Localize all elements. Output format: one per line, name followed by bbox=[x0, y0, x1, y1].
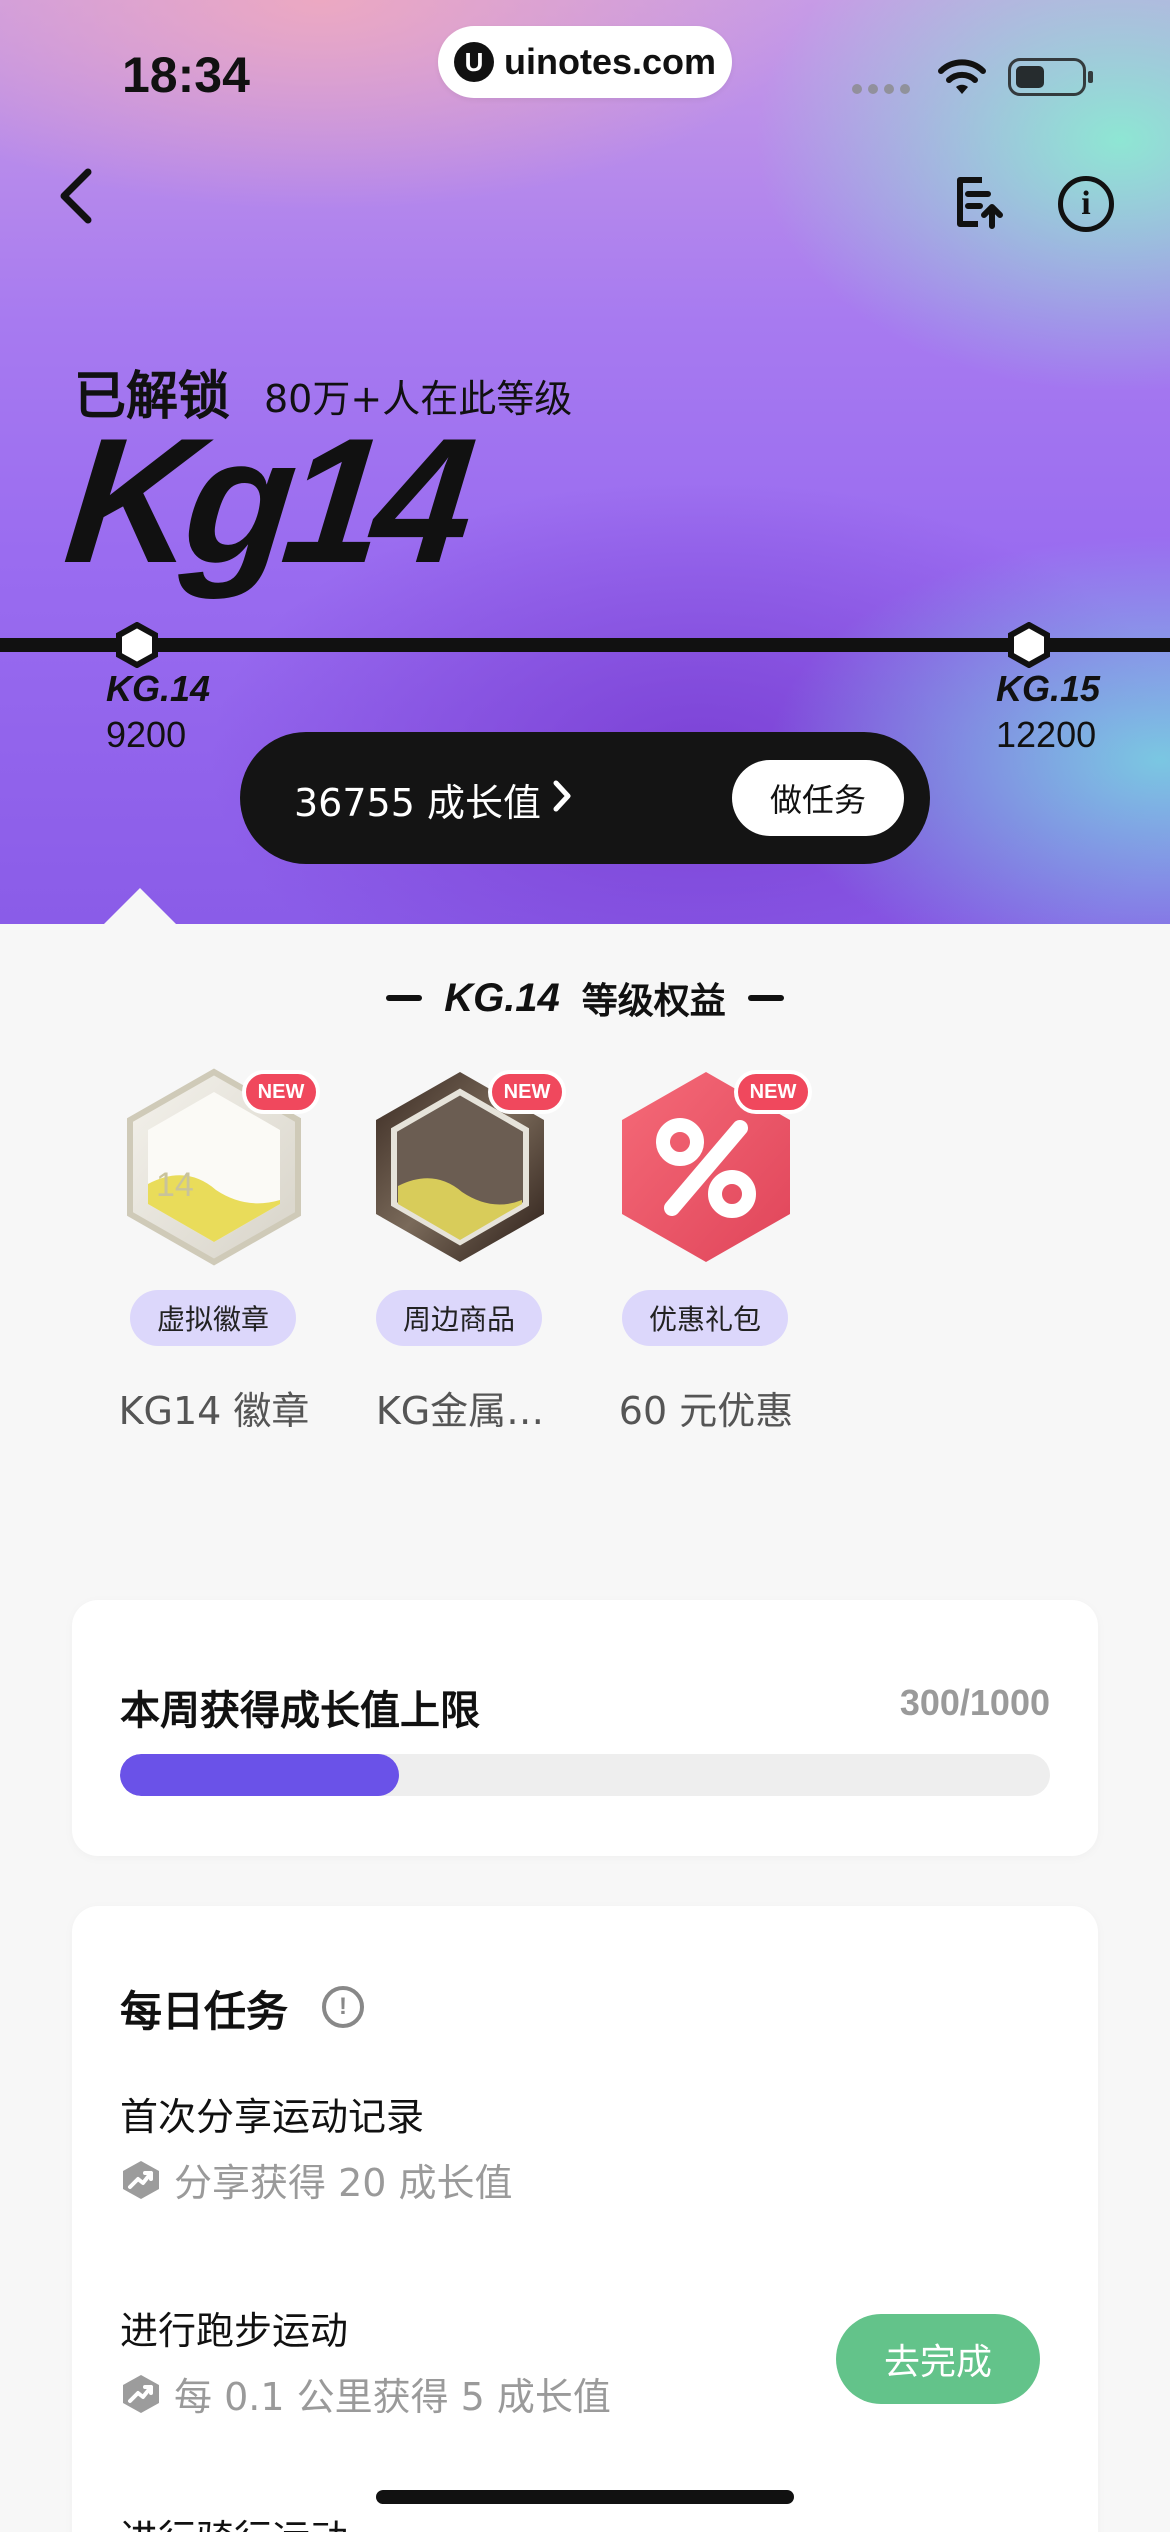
weekly-progress-fill bbox=[120, 1754, 399, 1796]
benefit-name: KG14 徽章 bbox=[118, 1389, 310, 1433]
next-level-value: 12200 bbox=[996, 714, 1097, 755]
selection-pointer bbox=[102, 888, 178, 924]
task-reward: 分享获得 20 成长值 bbox=[120, 2152, 513, 2207]
battery-icon bbox=[1008, 58, 1093, 96]
benefits-title-text: 等级权益 bbox=[581, 981, 726, 1022]
task-reward-text: 每 0.1 公里获得 5 成长值 bbox=[174, 2375, 611, 2419]
chevron-right-icon bbox=[553, 780, 571, 812]
new-badge: NEW bbox=[488, 1070, 566, 1114]
weekly-limit-card: 本周获得成长值上限 300/1000 bbox=[72, 1600, 1098, 1856]
home-indicator bbox=[376, 2490, 794, 2504]
info-icon[interactable]: i bbox=[1058, 176, 1114, 232]
benefit-tag: 优惠礼包 bbox=[622, 1290, 788, 1346]
task-title-partial: 进行骑行运动 bbox=[120, 2508, 348, 2532]
benefit-tag: 虚拟徽章 bbox=[130, 1290, 296, 1346]
benefits-title: KG.14 等级权益 bbox=[0, 972, 1170, 1024]
title-dash-right bbox=[747, 995, 784, 1001]
growth-trend-icon bbox=[123, 2160, 159, 2199]
new-badge: NEW bbox=[734, 1070, 812, 1114]
weekly-limit-value: 300/1000 bbox=[899, 1682, 1050, 1723]
level-track bbox=[0, 638, 1170, 652]
next-level-node-icon bbox=[1008, 622, 1050, 668]
new-badge: NEW bbox=[242, 1070, 320, 1114]
current-level-value: 9200 bbox=[106, 714, 187, 755]
daily-tasks-title: 每日任务 bbox=[120, 1987, 289, 2036]
url-text: uinotes.com bbox=[503, 41, 717, 82]
task-title: 首次分享运动记录 bbox=[120, 2095, 425, 2139]
weekly-limit-title: 本周获得成长值上限 bbox=[120, 1688, 480, 1734]
url-pill: U uinotes.com bbox=[438, 26, 732, 98]
task-reward: 每 0.1 公里获得 5 成长值 bbox=[120, 2366, 611, 2421]
title-dash-left bbox=[386, 995, 423, 1001]
task-reward-text: 分享获得 20 成长值 bbox=[174, 2161, 513, 2205]
cellular-signal-icon bbox=[852, 84, 910, 94]
back-chevron-icon[interactable] bbox=[52, 166, 102, 226]
growth-value-bar[interactable]: 36755 成长值 做任务 bbox=[240, 732, 930, 864]
benefit-tag: 周边商品 bbox=[376, 1290, 542, 1346]
current-level-node-icon bbox=[116, 622, 158, 668]
current-level-label: KG.14 bbox=[106, 668, 211, 709]
wifi-icon bbox=[938, 59, 986, 94]
daily-tasks-card: 每日任务 ! 首次分享运动记录 分享获得 20 成长值 进行跑步运动 每 0.1… bbox=[72, 1906, 1098, 2532]
do-task-button[interactable]: 做任务 bbox=[732, 760, 904, 836]
next-level-label: KG.15 bbox=[996, 668, 1101, 709]
info-circle-icon[interactable]: ! bbox=[322, 1986, 364, 2028]
benefits-title-level: KG.14 bbox=[444, 975, 560, 1020]
site-logo-icon: U bbox=[453, 42, 494, 82]
go-complete-button[interactable]: 去完成 bbox=[836, 2314, 1040, 2404]
benefit-name: KG金属… bbox=[375, 1389, 545, 1433]
level-benefits-section: KG.14 等级权益 14 NEW 虚拟徽章 KG14 徽章 NEW 周边商品 … bbox=[0, 924, 1170, 1600]
svg-text:14: 14 bbox=[156, 1166, 194, 1204]
benefit-name: 60 元优惠 bbox=[618, 1389, 794, 1433]
status-time: 18:34 bbox=[122, 47, 250, 103]
task-title: 进行跑步运动 bbox=[120, 2309, 349, 2353]
share-record-icon[interactable] bbox=[952, 174, 1008, 230]
growth-trend-icon bbox=[123, 2374, 159, 2413]
level-hero: 18:34 U uinotes.com i 已解锁 80万+人在此等级 Kg14… bbox=[0, 0, 1170, 924]
level-big-title: Kg14 bbox=[57, 401, 474, 600]
growth-value-text: 36755 成长值 bbox=[294, 781, 541, 825]
weekly-progress-bar bbox=[120, 1754, 1050, 1796]
